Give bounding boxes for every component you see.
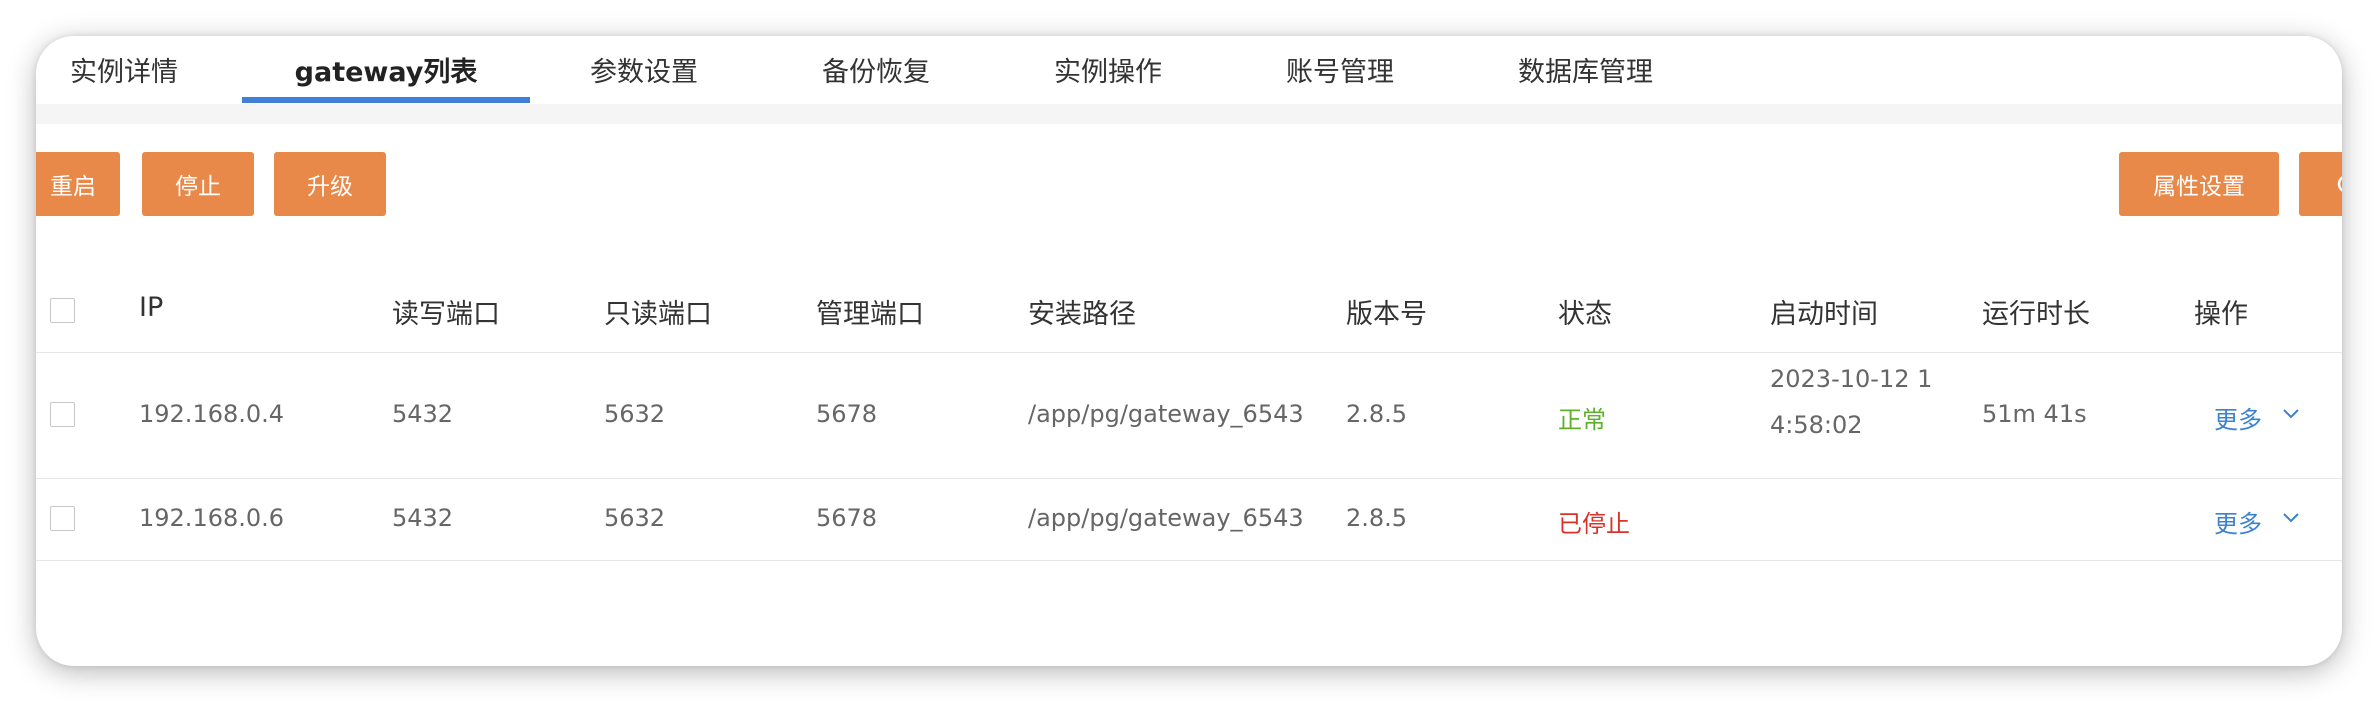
cell-install-path: /app/pg/gateway_6543 — [1028, 504, 1304, 532]
cell-version: 2.8.5 — [1346, 504, 1408, 532]
tab-bar: 实例详情 gateway列表 参数设置 备份恢复 实例操作 账号管理 数据库管理 — [36, 36, 2342, 104]
cell-rw-port: 5432 — [392, 504, 454, 532]
upgrade-button-label: 升级 — [307, 174, 353, 200]
cell-version: 2.8.5 — [1346, 400, 1408, 428]
column-header-version: 版本号 — [1346, 299, 1427, 330]
table-row: 192.168.0.6 5432 5632 5678 /app/pg/gatew… — [36, 478, 2342, 561]
column-header-admin-port: 管理端口 — [816, 299, 924, 330]
properties-button-label: 属性设置 — [2153, 174, 2245, 200]
start-time-line-1: 2023-10-12 1 — [1770, 365, 1933, 393]
start-time-line-2: 4:58:02 — [1770, 411, 1863, 439]
tab-account-management[interactable]: 账号管理 — [1286, 50, 1394, 104]
tab-parameter-settings[interactable]: 参数设置 — [590, 50, 698, 104]
table-row: 192.168.0.4 5432 5632 5678 /app/pg/gatew… — [36, 352, 2342, 479]
restart-button-label: 重启 — [50, 174, 96, 200]
cell-admin-port: 5678 — [816, 400, 878, 428]
chevron-down-icon[interactable] — [2282, 512, 2300, 524]
cell-ip: 192.168.0.4 — [139, 400, 285, 428]
more-actions-link[interactable]: 更多 — [2214, 400, 2262, 435]
active-tab-indicator — [242, 97, 530, 103]
stop-button-label: 停止 — [175, 174, 221, 200]
column-header-status: 状态 — [1558, 299, 1612, 330]
column-header-rw-port: 读写端口 — [392, 299, 500, 330]
column-header-ro-port: 只读端口 — [604, 299, 712, 330]
tab-database-management[interactable]: 数据库管理 — [1518, 50, 1653, 104]
tab-instance-details[interactable]: 实例详情 — [70, 50, 178, 104]
cell-ip: 192.168.0.6 — [139, 504, 285, 532]
status-badge: 已停止 — [1558, 510, 1630, 538]
tab-instance-operations[interactable]: 实例操作 — [1054, 50, 1162, 104]
column-header-install-path: 安装路径 — [1028, 299, 1136, 330]
row-checkbox[interactable] — [50, 402, 75, 427]
column-header-uptime: 运行时长 — [1982, 299, 2090, 330]
row-checkbox[interactable] — [50, 506, 75, 531]
table-header: IP 读写端口 只读端口 管理端口 安装路径 版本号 状态 启动时间 运行时长 … — [36, 244, 2342, 353]
refresh-icon — [2337, 176, 2342, 192]
column-header-ip: IP — [139, 292, 164, 323]
cell-ro-port: 5632 — [604, 504, 666, 532]
cell-install-path: /app/pg/gateway_6543 — [1028, 400, 1304, 428]
cell-start-time: 2023-10-12 1 4:58:02 — [1770, 356, 1932, 448]
tab-gateway-list[interactable]: gateway列表 — [242, 50, 530, 104]
cell-ro-port: 5632 — [604, 400, 666, 428]
more-toolbar-button[interactable] — [2299, 152, 2342, 216]
cell-admin-port: 5678 — [816, 504, 878, 532]
chevron-down-icon[interactable] — [2282, 408, 2300, 420]
status-badge: 正常 — [1558, 406, 1606, 434]
select-all-checkbox[interactable] — [50, 298, 75, 323]
tab-backup-restore[interactable]: 备份恢复 — [822, 50, 930, 104]
column-header-start-time: 启动时间 — [1770, 299, 1878, 330]
stop-button[interactable]: 停止 — [142, 152, 254, 216]
gateway-panel: 实例详情 gateway列表 参数设置 备份恢复 实例操作 账号管理 数据库管理… — [36, 36, 2342, 666]
more-actions-link[interactable]: 更多 — [2214, 504, 2262, 539]
properties-button[interactable]: 属性设置 — [2119, 152, 2279, 216]
cell-rw-port: 5432 — [392, 400, 454, 428]
column-header-actions: 操作 — [2194, 299, 2248, 330]
cell-uptime: 51m 41s — [1982, 400, 2087, 428]
upgrade-button[interactable]: 升级 — [274, 152, 386, 216]
restart-button[interactable]: 重启 — [36, 152, 120, 216]
tab-separator — [36, 104, 2342, 124]
